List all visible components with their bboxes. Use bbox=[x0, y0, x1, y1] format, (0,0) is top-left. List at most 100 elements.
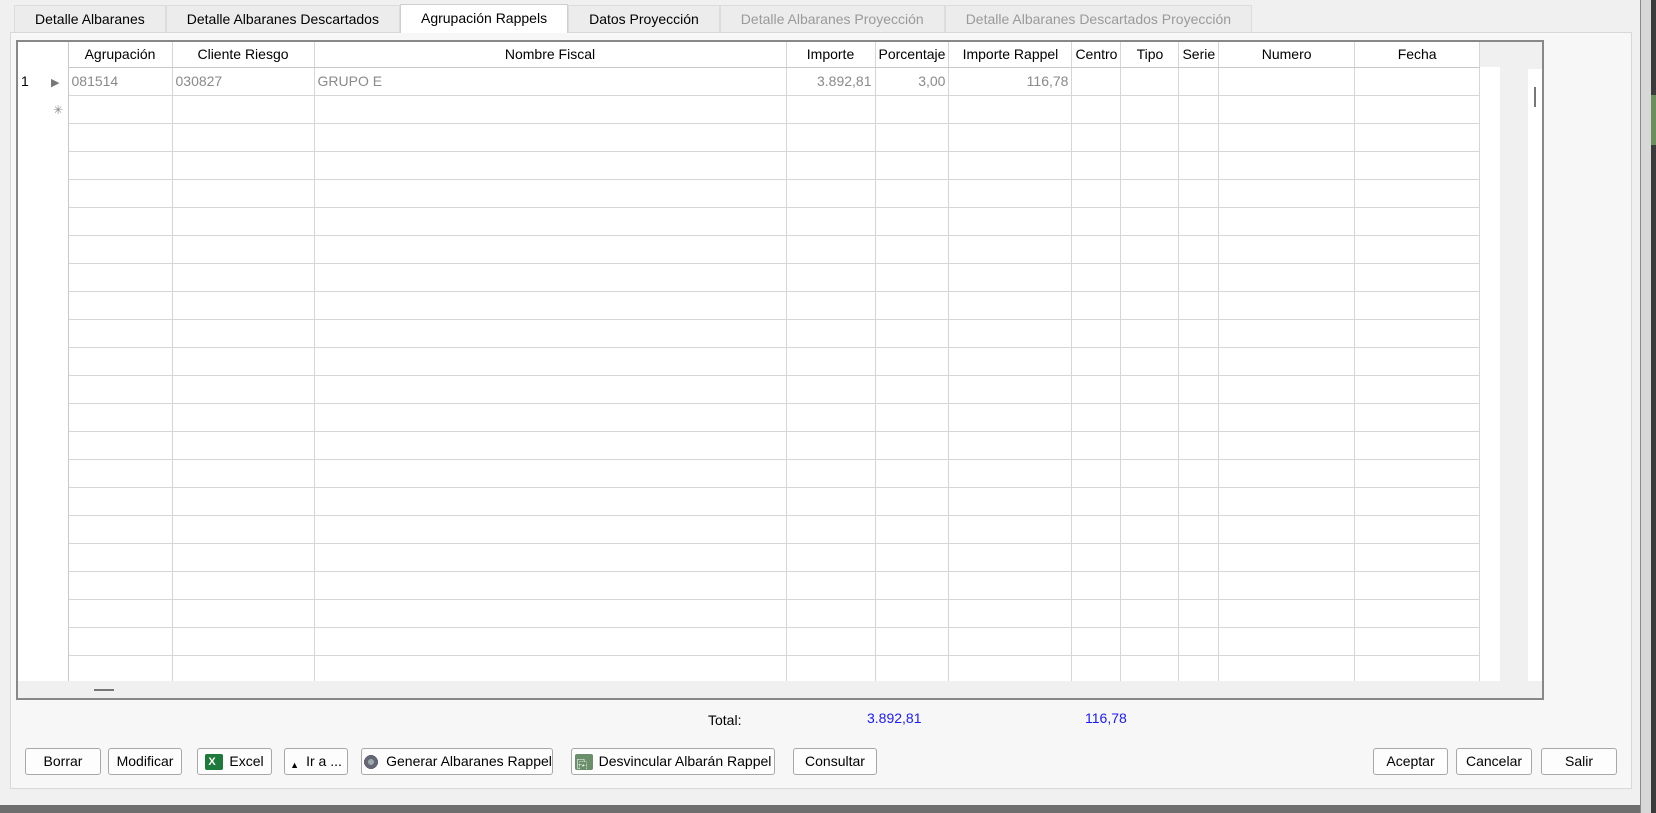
empty-cell bbox=[948, 347, 1073, 376]
empty-cell bbox=[1120, 347, 1180, 376]
empty-cell bbox=[1218, 319, 1356, 348]
vertical-scrollbar[interactable] bbox=[1528, 69, 1542, 681]
tab-agrupacion-rappels[interactable]: Agrupación Rappels bbox=[399, 4, 569, 33]
empty-cell bbox=[1354, 655, 1481, 684]
row-filler bbox=[1479, 627, 1500, 655]
column-header[interactable]: Serie bbox=[1178, 42, 1220, 68]
scrollbar-thumb[interactable] bbox=[94, 689, 114, 691]
empty-cell bbox=[314, 347, 787, 376]
new-row-cell[interactable] bbox=[875, 95, 950, 124]
tab-strip: Detalle Albaranes Detalle Albaranes Desc… bbox=[14, 4, 1253, 33]
cell-agrupacion[interactable]: 081514 bbox=[68, 67, 173, 96]
empty-cell bbox=[1178, 263, 1220, 292]
empty-cell bbox=[1354, 571, 1481, 600]
empty-cell bbox=[68, 627, 173, 656]
empty-cell bbox=[314, 459, 787, 488]
app-window: Detalle Albaranes Detalle Albaranes Desc… bbox=[0, 0, 1640, 805]
empty-cell bbox=[314, 515, 787, 544]
column-header[interactable]: Porcentaje bbox=[875, 42, 950, 68]
empty-cell bbox=[1178, 179, 1220, 208]
empty-cell bbox=[68, 375, 173, 404]
new-row[interactable]: ✳ bbox=[18, 95, 1500, 124]
cell-fecha[interactable] bbox=[1354, 67, 1481, 96]
desvincular-albaran-rappel-button[interactable]: Desvincular Albarán Rappel bbox=[571, 748, 775, 777]
horizontal-scrollbar[interactable] bbox=[18, 681, 1542, 698]
modificar-button[interactable]: Modificar bbox=[108, 748, 182, 775]
empty-cell bbox=[68, 403, 173, 432]
generar-albaranes-rappel-button[interactable]: Generar Albaranes Rappel bbox=[361, 748, 553, 775]
row-header bbox=[18, 235, 69, 263]
ir-a-button[interactable]: Ir a ... bbox=[284, 748, 348, 778]
column-header[interactable]: Fecha bbox=[1354, 42, 1481, 68]
empty-cell bbox=[1218, 263, 1356, 292]
column-header[interactable]: Importe bbox=[786, 42, 876, 68]
new-row-cell[interactable] bbox=[1071, 95, 1122, 124]
empty-cell bbox=[1218, 375, 1356, 404]
new-row-cell[interactable] bbox=[948, 95, 1073, 124]
column-header[interactable]: Nombre Fiscal bbox=[314, 42, 787, 68]
consultar-button[interactable]: Consultar bbox=[793, 748, 877, 775]
grid-table: Agrupación Cliente Riesgo Nombre Fiscal … bbox=[18, 42, 1500, 684]
row-filler bbox=[1479, 319, 1500, 347]
new-row-cell[interactable] bbox=[786, 95, 876, 124]
new-row-cell[interactable] bbox=[314, 95, 787, 124]
table-row[interactable]: 1 ▶ 081514 030827 GRUPO E 3.892,81 3,00 1… bbox=[18, 67, 1500, 96]
empty-cell bbox=[948, 515, 1073, 544]
cell-centro[interactable] bbox=[1071, 67, 1122, 96]
empty-cell bbox=[1218, 403, 1356, 432]
column-header[interactable]: Cliente Riesgo bbox=[172, 42, 315, 68]
column-header[interactable]: Agrupación bbox=[68, 42, 173, 68]
empty-cell bbox=[314, 291, 787, 320]
cell-numero[interactable] bbox=[1218, 67, 1356, 96]
empty-cell bbox=[1354, 235, 1481, 264]
column-header[interactable]: Tipo bbox=[1120, 42, 1180, 68]
row-header bbox=[18, 347, 69, 375]
new-row-cell[interactable] bbox=[68, 95, 173, 124]
empty-cell bbox=[1071, 319, 1122, 348]
empty-cell bbox=[172, 319, 315, 348]
new-row-cell[interactable] bbox=[1354, 95, 1481, 124]
row-filler bbox=[1479, 571, 1500, 599]
cell-cliente-riesgo[interactable]: 030827 bbox=[172, 67, 315, 96]
tab-detalle-albaranes[interactable]: Detalle Albaranes bbox=[14, 5, 166, 32]
salir-button[interactable]: Salir bbox=[1541, 748, 1617, 775]
tab-datos-proyeccion[interactable]: Datos Proyección bbox=[568, 5, 720, 32]
data-grid[interactable]: Agrupación Cliente Riesgo Nombre Fiscal … bbox=[16, 40, 1544, 700]
aceptar-button[interactable]: Aceptar bbox=[1373, 748, 1448, 775]
row-header bbox=[18, 655, 69, 683]
new-row-cell[interactable] bbox=[1120, 95, 1180, 124]
empty-cell bbox=[1354, 179, 1481, 208]
empty-cell bbox=[1120, 543, 1180, 572]
empty-cell bbox=[786, 207, 876, 236]
empty-row bbox=[18, 515, 1500, 544]
column-header[interactable]: Centro bbox=[1071, 42, 1122, 68]
empty-cell bbox=[1354, 347, 1481, 376]
column-header[interactable]: Numero bbox=[1218, 42, 1356, 68]
row-header-corner bbox=[18, 42, 69, 67]
cell-serie[interactable] bbox=[1178, 67, 1220, 96]
cell-tipo[interactable] bbox=[1120, 67, 1180, 96]
empty-cell bbox=[1120, 291, 1180, 320]
empty-cell bbox=[1178, 599, 1220, 628]
empty-cell bbox=[172, 123, 315, 152]
row-header[interactable]: ✳ bbox=[18, 95, 69, 123]
cell-importe-rappel[interactable]: 116,78 bbox=[948, 67, 1073, 96]
row-header[interactable]: 1 ▶ bbox=[18, 67, 69, 95]
cell-nombre-fiscal[interactable]: GRUPO E bbox=[314, 67, 787, 96]
empty-cell bbox=[786, 655, 876, 684]
tab-detalle-albaranes-descartados[interactable]: Detalle Albaranes Descartados bbox=[165, 5, 400, 32]
cancelar-button[interactable]: Cancelar bbox=[1456, 748, 1532, 775]
new-row-cell[interactable] bbox=[172, 95, 315, 124]
new-row-cell[interactable] bbox=[1218, 95, 1356, 124]
borrar-button[interactable]: Borrar bbox=[25, 748, 101, 775]
column-header[interactable]: Importe Rappel bbox=[948, 42, 1073, 68]
empty-cell bbox=[172, 543, 315, 572]
new-row-cell[interactable] bbox=[1178, 95, 1220, 124]
excel-button[interactable]: Excel bbox=[197, 748, 272, 775]
cell-porcentaje[interactable]: 3,00 bbox=[875, 67, 950, 96]
empty-cell bbox=[314, 627, 787, 656]
cell-importe[interactable]: 3.892,81 bbox=[786, 67, 876, 96]
scrollbar-thumb[interactable] bbox=[1534, 87, 1536, 107]
empty-cell bbox=[1120, 599, 1180, 628]
empty-cell bbox=[1071, 235, 1122, 264]
